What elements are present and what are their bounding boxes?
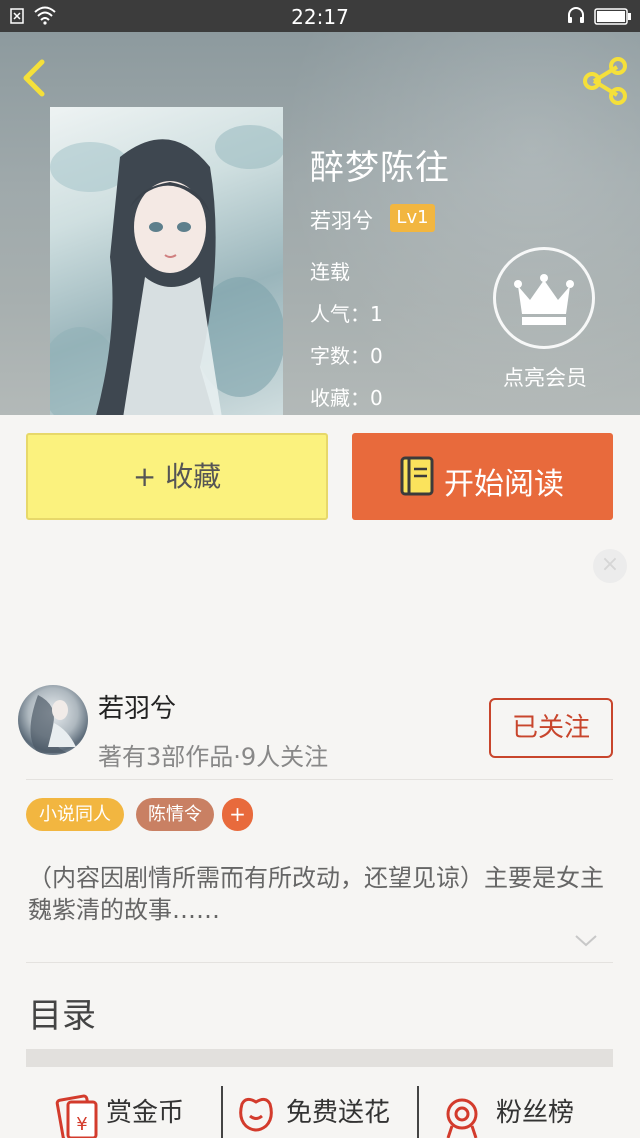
fan-ranking-button[interactable]: 粉丝榜: [430, 1088, 610, 1138]
share-icon[interactable]: [580, 56, 630, 106]
back-arrow-icon[interactable]: [14, 56, 54, 100]
toc-title: 目录: [28, 996, 96, 1036]
book-icon: [400, 456, 434, 496]
tag-chenqingling[interactable]: 陈情令: [136, 798, 214, 831]
separator: [417, 1086, 419, 1138]
book-popularity: 人气：1: [310, 302, 383, 326]
chevron-down-icon[interactable]: [574, 934, 598, 948]
cover-illustration: [50, 125, 283, 415]
vip-label[interactable]: 点亮会员: [486, 362, 604, 392]
avatar[interactable]: [18, 685, 88, 755]
svg-text:¥: ¥: [76, 1114, 87, 1135]
reward-coins-button[interactable]: ¥ 赏金币: [48, 1088, 218, 1138]
start-reading-label: 开始阅读: [444, 467, 564, 502]
divider: [26, 779, 613, 780]
toc-placeholder: [26, 1049, 613, 1067]
follow-button[interactable]: 已关注: [489, 698, 613, 758]
book-status: 连载: [310, 260, 350, 284]
red-envelope-icon: ¥: [55, 1094, 98, 1138]
free-flower-label: 免费送花: [286, 1098, 391, 1128]
add-tag-button[interactable]: +: [222, 798, 253, 831]
divider: [26, 962, 613, 963]
book-word-count: 字数：0: [310, 344, 383, 368]
status-bar: 22:17: [0, 0, 640, 32]
author-name[interactable]: 若羽兮: [98, 688, 176, 725]
author-stats: 著有3部作品·9人关注: [98, 743, 329, 771]
free-flower-button[interactable]: 免费送花: [232, 1088, 416, 1138]
book-cover[interactable]: [50, 107, 283, 415]
clock: 22:17: [291, 5, 349, 29]
close-icon[interactable]: ×: [593, 549, 627, 583]
tag-novel[interactable]: 小说同人: [26, 798, 124, 831]
medal-icon: [446, 1098, 478, 1138]
book-author[interactable]: 若羽兮: [310, 205, 373, 235]
separator: [221, 1086, 223, 1138]
level-badge: Lv1: [390, 204, 435, 232]
fan-ranking-label: 粉丝榜: [496, 1098, 575, 1128]
reward-coins-label: 赏金币: [106, 1098, 185, 1128]
book-description: （内容因剧情所需而有所改动，还望见谅）主要是女主魏紫清的故事……: [28, 864, 604, 924]
battery-icon: [594, 8, 631, 25]
book-header: 醉梦陈往 若羽兮 Lv1 连载 人气：1 字数：0 收藏：0 点亮会员: [0, 32, 640, 415]
flower-icon: [239, 1097, 273, 1132]
collect-button[interactable]: + 收藏: [26, 433, 328, 520]
vip-button[interactable]: [493, 247, 595, 349]
headset-icon: [568, 7, 584, 23]
start-reading-button[interactable]: 开始阅读: [352, 433, 613, 520]
crown-icon: [514, 274, 574, 325]
book-favorites: 收藏：0: [310, 386, 383, 410]
book-title: 醉梦陈往: [310, 148, 450, 188]
avatar-image: [30, 695, 76, 753]
